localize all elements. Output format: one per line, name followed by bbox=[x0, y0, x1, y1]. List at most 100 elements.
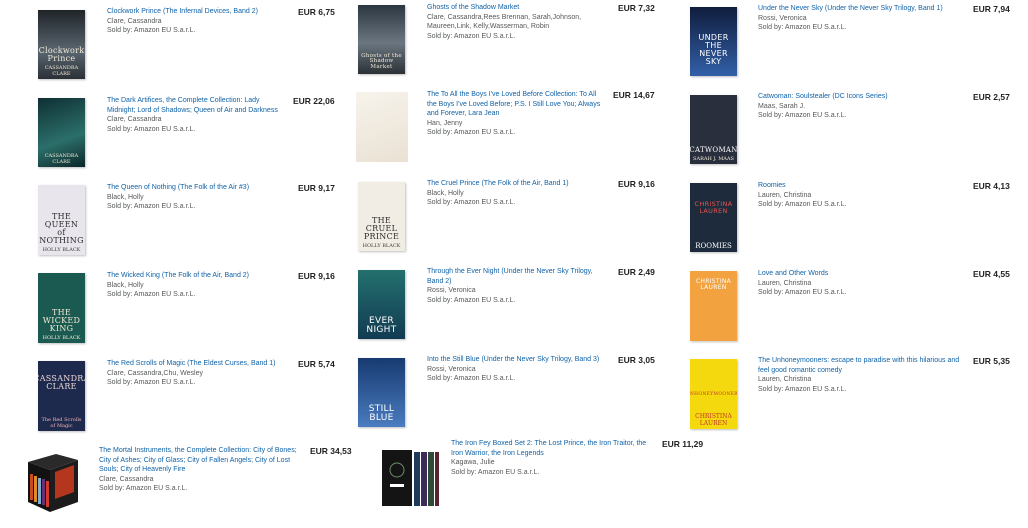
cover-author-text: CASSANDRA CLARE bbox=[44, 153, 79, 165]
product-price: EUR 5,74 bbox=[298, 359, 335, 369]
seller-name: Amazon EU S.a.r.L. bbox=[453, 199, 516, 206]
product-seller: Sold by: Amazon EU S.a.r.L. bbox=[758, 200, 968, 210]
cover-title-text: CHRISTINA LAUREN bbox=[694, 200, 733, 215]
product-image[interactable]: UNHONEYMOONERS CHRISTINA LAUREN bbox=[690, 359, 737, 429]
product-image[interactable]: EVER NIGHT bbox=[358, 270, 405, 339]
seller-name: Amazon EU S.a.r.L. bbox=[133, 125, 196, 133]
product-author: Rossi, Veronica bbox=[758, 14, 807, 22]
product-image[interactable]: STILL BLUE bbox=[358, 358, 405, 427]
product-seller: Sold by: Amazon EU S.a.r.L. bbox=[758, 385, 968, 395]
product-title-link[interactable]: Under the Never Sky (Under the Never Sky… bbox=[758, 4, 968, 14]
product-image[interactable]: UNDER THE NEVER SKY bbox=[690, 7, 737, 76]
product-seller: Sold by: Amazon EU S.a.r.L. bbox=[427, 128, 607, 138]
product-price: EUR 5,35 bbox=[973, 356, 1010, 366]
seller-prefix: Sold by: bbox=[107, 203, 134, 210]
product-seller: Sold by: Amazon EU S.a.r.L. bbox=[99, 484, 304, 494]
product-image[interactable] bbox=[22, 452, 82, 514]
product-seller: Sold by: Amazon EU S.a.r.L. bbox=[758, 23, 968, 33]
product-author: Black, Holly bbox=[427, 189, 464, 197]
product-image[interactable]: Ghosts of the Shadow Market bbox=[358, 5, 405, 74]
product-image[interactable]: CATWOMAN SARAH J. MAAS bbox=[690, 95, 737, 164]
seller-prefix: Sold by: bbox=[107, 379, 134, 386]
seller-prefix: Sold by: bbox=[427, 32, 454, 40]
product-author: Lauren, Christina bbox=[758, 279, 812, 287]
product-title-link[interactable]: The To All the Boys I've Loved Before Co… bbox=[427, 90, 607, 119]
seller-name: Amazon EU S.a.r.L. bbox=[784, 24, 847, 31]
product-author: Kagawa, Julie bbox=[451, 459, 495, 466]
product-title-link[interactable]: Roomies bbox=[758, 181, 968, 191]
product-title-link[interactable]: The Unhoneymooners: escape to paradise w… bbox=[758, 356, 968, 375]
cover-title-text: CASSANDRA CLARE bbox=[38, 374, 85, 391]
product-price: EUR 34,53 bbox=[310, 446, 352, 456]
product-image[interactable]: THE CRUEL PRINCE HOLLY BLACK bbox=[358, 182, 405, 251]
product-image[interactable]: Clockwork Prince CASSANDRA CLARE bbox=[38, 10, 85, 79]
product-title-link[interactable]: The Cruel Prince (The Folk of the Air, B… bbox=[427, 179, 607, 189]
product-title-link[interactable]: The Wicked King (The Folk of the Air, Ba… bbox=[107, 271, 287, 281]
product-price: EUR 9,16 bbox=[298, 271, 335, 281]
seller-name: Amazon EU S.a.r.L. bbox=[784, 201, 847, 208]
cover-author-text: HOLLY BLACK bbox=[362, 243, 401, 249]
product-price: EUR 3,05 bbox=[618, 355, 655, 365]
product-price: EUR 22,06 bbox=[293, 96, 335, 106]
product-price: EUR 9,16 bbox=[618, 179, 655, 189]
product-author: Rossi, Veronica bbox=[427, 365, 476, 373]
product-title-link[interactable]: The Red Scrolls of Magic (The Eldest Cur… bbox=[107, 359, 287, 369]
product-title-link[interactable]: Ghosts of the Shadow Market bbox=[427, 3, 607, 13]
product-title-link[interactable]: Love and Other Words bbox=[758, 269, 968, 279]
product-price: EUR 7,94 bbox=[973, 4, 1010, 14]
product-author: Lauren, Christina bbox=[758, 191, 812, 199]
cover-title-text: THE QUEEN of NOTHING bbox=[39, 212, 84, 245]
cover-title-text: Ghosts of the Shadow Market bbox=[361, 52, 402, 70]
product-title-link[interactable]: Catwoman: Soulstealer (DC Icons Series) bbox=[758, 92, 968, 102]
cover-title-text: UNHONEYMOONERS bbox=[690, 391, 737, 397]
product-author: Maas, Sarah J. bbox=[758, 102, 806, 110]
cover-author-text: SARAH J. MAAS bbox=[693, 156, 734, 162]
cover-author-text: The Red Scrolls of Magic bbox=[41, 417, 82, 429]
cover-title-text: THE WICKED KING bbox=[42, 308, 81, 333]
cover-author-text: HOLLY BLACK bbox=[42, 335, 81, 341]
cover-author-text: HOLLY BLACK bbox=[42, 247, 81, 253]
product-title-link[interactable]: The Iron Fey Boxed Set 2: The Lost Princ… bbox=[451, 439, 656, 458]
product-title-link[interactable]: Clockwork Prince (The Infernal Devices, … bbox=[107, 7, 287, 17]
seller-prefix: Sold by: bbox=[427, 129, 454, 136]
product-image[interactable]: CHRISTINA LAUREN bbox=[690, 271, 737, 341]
seller-prefix: Sold by: bbox=[758, 24, 785, 31]
seller-name: Amazon EU S.a.r.L. bbox=[125, 485, 188, 492]
product-image[interactable]: THE WICKED KING HOLLY BLACK bbox=[38, 273, 85, 343]
product-author: Clare, Cassandra bbox=[99, 475, 154, 483]
product-image[interactable]: CHRISTINA LAUREN ROOMIES bbox=[690, 183, 737, 252]
cover-title-text: EVER NIGHT bbox=[366, 316, 397, 335]
product-seller: Sold by: Amazon EU S.a.r.L. bbox=[107, 290, 287, 300]
product-author: Black, Holly bbox=[107, 193, 144, 201]
product-image[interactable] bbox=[356, 92, 408, 162]
cover-author-text: ROOMIES bbox=[695, 242, 732, 250]
cover-title-text: STILL BLUE bbox=[368, 404, 395, 423]
cover-title-text: CATWOMAN bbox=[690, 146, 737, 154]
product-title-link[interactable]: The Mortal Instruments, the Complete Col… bbox=[99, 446, 304, 475]
product-title-link[interactable]: Through the Ever Night (Under the Never … bbox=[427, 267, 607, 286]
seller-name: Amazon EU S.a.r.L. bbox=[784, 112, 847, 119]
product-author: Clare, Cassandra bbox=[107, 116, 162, 123]
seller-name: Amazon EU S.a.r.L. bbox=[784, 289, 847, 296]
product-image[interactable]: CASSANDRA CLARE The Red Scrolls of Magic bbox=[38, 361, 85, 431]
product-image[interactable]: THE QUEEN of NOTHING HOLLY BLACK bbox=[38, 185, 85, 255]
cover-title-text: Clockwork Prince bbox=[38, 46, 85, 63]
product-author: Lauren, Christina bbox=[758, 376, 812, 383]
product-seller: Sold by: Amazon EU S.a.r.L. bbox=[427, 296, 607, 306]
seller-name: Amazon EU S.a.r.L. bbox=[784, 385, 847, 393]
product-seller: Sold by: Amazon EU S.a.r.L. bbox=[427, 374, 607, 384]
product-seller: Sold by: Amazon EU S.a.r.L. bbox=[107, 26, 287, 36]
seller-name: Amazon EU S.a.r.L. bbox=[133, 379, 196, 386]
seller-name: Amazon EU S.a.r.L. bbox=[453, 296, 516, 304]
product-price: EUR 2,57 bbox=[973, 92, 1010, 102]
product-author: Black, Holly bbox=[107, 281, 144, 289]
seller-name: Amazon EU S.a.r.L. bbox=[133, 291, 196, 298]
product-image[interactable] bbox=[380, 448, 440, 508]
product-image[interactable]: CASSANDRA CLARE bbox=[38, 98, 85, 167]
product-title-link[interactable]: The Dark Artifices, the Complete Collect… bbox=[107, 96, 287, 115]
product-seller: Sold by: Amazon EU S.a.r.L. bbox=[427, 32, 607, 42]
seller-prefix: Sold by: bbox=[107, 125, 134, 133]
product-title-link[interactable]: The Queen of Nothing (The Folk of the Ai… bbox=[107, 183, 287, 193]
product-title-link[interactable]: Into the Still Blue (Under the Never Sky… bbox=[427, 355, 607, 365]
product-author: Clare, Cassandra bbox=[107, 17, 162, 25]
